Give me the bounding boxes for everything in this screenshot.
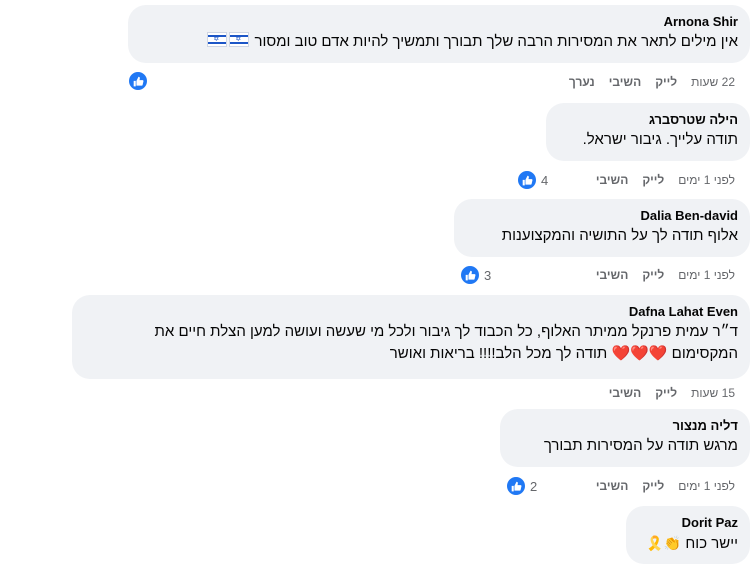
comment-text-body: אין מילים לתאר את המסירות הרבה שלך תבורך… [254,33,738,50]
comment-actions: 22 שעות לייק השיבי נערך [569,75,735,89]
thumbs-up-icon [516,169,538,191]
comment-text: תודה עלייך. גיבור ישראל. [582,131,738,148]
comment-bubble: Dafna Lahat Even ד״ר עמית פרנקל ממיתר הא… [72,295,750,379]
comment-bubble: הילה שטרסברג תודה עלייך. גיבור ישראל. [546,103,750,161]
comment-bubble: דליה מנצור מרגש תודה על המסירות תבורך [500,409,750,467]
comment-actions: לפני 1 ימים לייק השיבי [596,268,735,282]
reaction-count: 3 [484,267,492,283]
comment-text-line: ד״ר עמית פרנקל ממיתר האלוף, כל הכבוד לך … [154,323,739,340]
like-link[interactable]: לייק [655,75,677,89]
heart-icon: ❤️❤️❤️ [611,345,668,362]
comment-text: אלוף תודה לך על התושיה והמקצוענות [501,227,738,244]
comment-author[interactable]: הילה שטרסברג [558,111,738,128]
reaction-summary[interactable] [127,70,149,92]
reply-link[interactable]: השיבי [609,386,641,400]
like-link[interactable]: לייק [655,386,677,400]
comment-author[interactable]: Dorit Paz [638,514,738,531]
comment-author[interactable]: Dafna Lahat Even [84,303,738,320]
clapping-hands-icon: 👏🎗️ [646,535,682,551]
comment-bubble: Arnona Shir אין מילים לתאר את המסירות הר… [128,5,750,63]
comment-text-body: יישר כוח [685,535,738,552]
israel-flag-icon: ✡ ✡ [206,32,250,50]
like-link[interactable]: לייק [642,268,664,282]
comment-author[interactable]: Arnona Shir [140,13,738,30]
comment-text-part: המקסימום [671,345,738,362]
comment-text: ד״ר עמית פרנקל ממיתר האלוף, כל הכבוד לך … [84,322,739,364]
comment-actions: לפני 1 ימים לייק השיבי [596,173,735,187]
reply-link[interactable]: השיבי [609,75,641,89]
comment-text: מרגש תודה על המסירות תבורך [543,437,738,454]
reply-link[interactable]: השיבי [596,479,628,493]
comment-time[interactable]: לפני 1 ימים [678,173,735,187]
comment-actions: 15 שעות לייק השיבי [609,386,735,400]
comment-time[interactable]: לפני 1 ימים [678,479,735,493]
thumbs-up-icon [459,264,481,286]
reply-link[interactable]: השיבי [596,268,628,282]
comment-actions: לפני 1 ימים לייק השיבי [596,479,735,493]
comment-text: אין מילים לתאר את המסירות הרבה שלך תבורך… [140,32,738,52]
reaction-count: 4 [541,172,549,188]
reaction-summary[interactable]: 2 [505,475,537,497]
reaction-summary[interactable]: 3 [459,264,491,286]
comment-text-line: המקסימום ❤️❤️❤️ תודה לך מכל הלב!!!! בריא… [84,344,738,364]
comment-time[interactable]: 22 שעות [691,75,735,89]
like-link[interactable]: לייק [642,173,664,187]
edited-label[interactable]: נערך [569,75,595,89]
comment-time[interactable]: 15 שעות [691,386,735,400]
thumbs-up-icon [127,70,149,92]
comment-text: יישר כוח 👏🎗️ [638,533,738,554]
reaction-count: 2 [530,478,538,494]
comment-bubble: Dorit Paz יישר כוח 👏🎗️ [626,506,750,564]
comment-bubble: Dalia Ben-david אלוף תודה לך על התושיה ו… [454,199,750,257]
comment-time[interactable]: לפני 1 ימים [678,268,735,282]
reaction-summary[interactable]: 4 [516,169,548,191]
comment-text-part: תודה לך מכל הלב!!!! בריאות ואושר [389,345,608,362]
like-link[interactable]: לייק [642,479,664,493]
comment-author[interactable]: Dalia Ben-david [466,207,738,224]
comment-author[interactable]: דליה מנצור [512,417,738,434]
thumbs-up-icon [505,475,527,497]
reply-link[interactable]: השיבי [596,173,628,187]
